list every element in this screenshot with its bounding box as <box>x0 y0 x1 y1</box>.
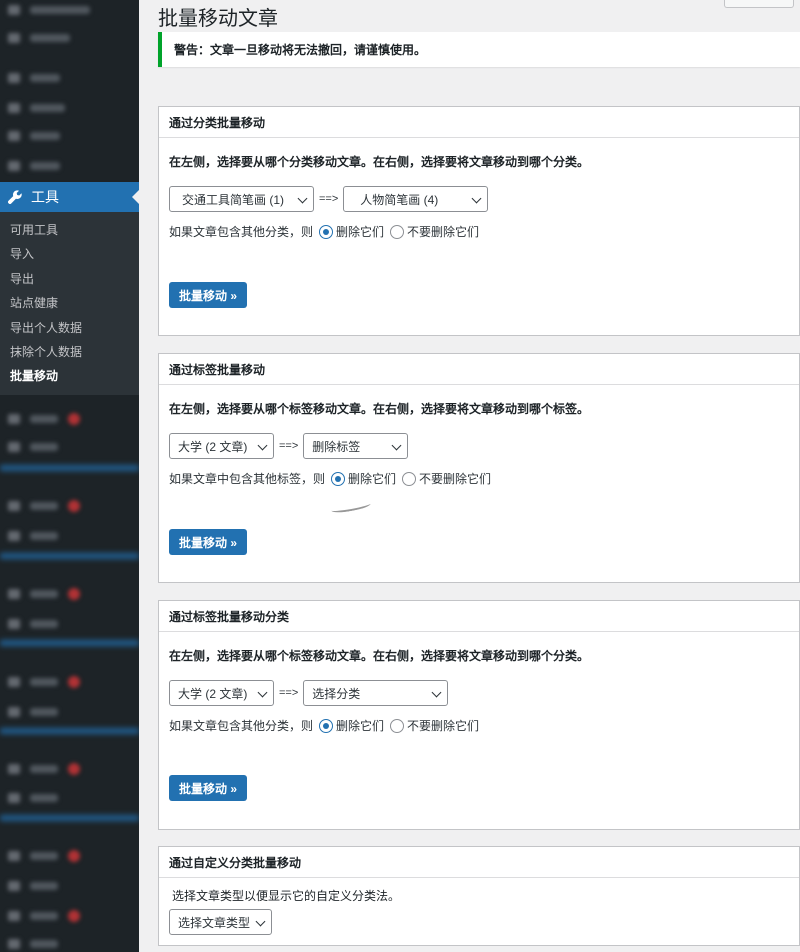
delete-label: 删除它们 <box>336 225 385 239</box>
blurred-menu-item[interactable] <box>8 72 60 84</box>
from-category-value: 交通工具简笔画 (1) <box>182 192 285 207</box>
blurred-menu-item[interactable] <box>8 676 80 688</box>
card-header: 通过标签批量移动 <box>159 354 799 385</box>
from-category-select[interactable]: 交通工具简笔画 (1) <box>169 186 314 212</box>
page-title: 批量移动文章 <box>158 8 278 30</box>
delete-label: 删除它们 <box>336 719 385 733</box>
arrow-separator: ==> <box>319 193 339 205</box>
keep-radio[interactable] <box>390 718 405 733</box>
wrench-icon <box>7 190 22 205</box>
chevron-down-icon <box>257 687 268 698</box>
keep-label: 不要删除它们 <box>407 225 480 239</box>
from-tag-select[interactable]: 大学 (2 文章) <box>169 433 274 459</box>
to-category-select[interactable]: 选择分类 <box>303 680 449 706</box>
card-description: 在左侧，选择要从哪个标签移动文章。在右侧，选择要将文章移动到哪个标签。 <box>169 402 590 416</box>
delete-label: 删除它们 <box>348 472 397 486</box>
from-tag-value: 大学 (2 文章) <box>178 439 248 454</box>
to-tag-value: 删除标签 <box>312 439 361 454</box>
current-menu-arrow <box>132 190 139 204</box>
card-header: 通过标签批量移动分类 <box>159 601 799 632</box>
warning-notice: 警告：文章一旦移动将无法撤回，请谨慎使用。 <box>158 32 800 67</box>
keep-label: 不要删除它们 <box>419 472 492 486</box>
blurred-menu-item[interactable] <box>8 706 58 718</box>
option-prefix: 如果文章包含其他分类，则 <box>169 719 314 733</box>
blurred-menu-item[interactable] <box>8 910 80 922</box>
chevron-down-icon <box>391 440 402 451</box>
category-move-card: 通过分类批量移动 在左侧，选择要从哪个分类移动文章。在右侧，选择要将文章移动到哪… <box>158 106 800 336</box>
post-type-select[interactable]: 选择文章类型 <box>169 909 272 935</box>
blurred-highlight <box>0 465 139 471</box>
to-category-value: 人物简笔画 (4) <box>360 192 439 207</box>
bulk-move-button[interactable]: 批量移动 » <box>169 775 248 801</box>
keep-label: 不要删除它们 <box>407 719 480 733</box>
blurred-menu-item[interactable] <box>8 618 58 630</box>
warning-notice-text: 警告：文章一旦移动将无法撤回，请谨慎使用。 <box>174 43 427 57</box>
card-description: 在左侧，选择要从哪个标签移动文章。在右侧，选择要将文章移动到哪个分类。 <box>169 649 590 663</box>
card-header: 通过自定义分类批量移动 <box>159 847 799 878</box>
delete-radio[interactable] <box>331 471 346 486</box>
submenu-import[interactable]: 导入 <box>0 242 139 266</box>
option-prefix: 如果文章中包含其他标签，则 <box>169 472 326 486</box>
blurred-menu-item[interactable] <box>8 4 90 16</box>
main-content: 批量移动文章 警告：文章一旦移动将无法撤回，请谨慎使用。 通过分类批量移动 在左… <box>139 0 800 952</box>
blurred-highlight <box>0 815 139 821</box>
card-description: 在左侧，选择要从哪个分类移动文章。在右侧，选择要将文章移动到哪个分类。 <box>169 155 590 169</box>
tag-to-category-card: 通过标签批量移动分类 在左侧，选择要从哪个标签移动文章。在右侧，选择要将文章移动… <box>158 600 800 830</box>
cursor-smudge <box>330 499 372 515</box>
blurred-highlight <box>0 640 139 646</box>
submenu-available-tools[interactable]: 可用工具 <box>0 218 139 242</box>
arrow-separator: ==> <box>279 440 299 452</box>
blurred-menu-item[interactable] <box>8 588 80 600</box>
blurred-menu-item[interactable] <box>8 530 58 542</box>
blurred-highlight <box>0 553 139 559</box>
blurred-menu-item[interactable] <box>8 441 58 453</box>
to-category-select[interactable]: 人物简笔画 (4) <box>343 186 489 212</box>
submenu-export-personal-data[interactable]: 导出个人数据 <box>0 316 139 340</box>
delete-radio[interactable] <box>319 224 334 239</box>
chevron-down-icon <box>431 687 442 698</box>
bulk-move-button[interactable]: 批量移动 » <box>169 529 248 555</box>
custom-taxonomy-card: 通过自定义分类批量移动 选择文章类型以便显示它的自定义分类法。 选择文章类型 <box>158 846 800 946</box>
chevron-down-icon <box>471 193 482 204</box>
option-prefix: 如果文章包含其他分类，则 <box>169 225 314 239</box>
to-tag-select[interactable]: 删除标签 <box>303 433 409 459</box>
chevron-down-icon <box>257 440 268 451</box>
keep-radio[interactable] <box>402 471 417 486</box>
blurred-menu-item[interactable] <box>8 500 80 512</box>
blurred-menu-item[interactable] <box>8 413 80 425</box>
blurred-menu-item[interactable] <box>8 763 80 775</box>
submenu-export[interactable]: 导出 <box>0 267 139 291</box>
arrow-separator: ==> <box>279 687 299 699</box>
blurred-menu-item[interactable] <box>8 160 60 172</box>
submenu-bulk-move[interactable]: 批量移动 <box>0 364 139 388</box>
blurred-menu-item[interactable] <box>8 880 58 892</box>
to-category-value: 选择分类 <box>312 686 361 701</box>
sidebar-item-tools[interactable]: 工具 <box>0 182 139 212</box>
blurred-menu-item[interactable] <box>8 938 58 950</box>
bulk-move-button[interactable]: 批量移动 » <box>169 282 248 308</box>
blurred-menu-item[interactable] <box>8 130 60 142</box>
chevron-down-icon <box>255 916 266 927</box>
blurred-menu-item[interactable] <box>8 102 65 114</box>
from-tag-value: 大学 (2 文章) <box>178 686 248 701</box>
card-header: 通过分类批量移动 <box>159 107 799 138</box>
sidebar-item-tools-label: 工具 <box>31 189 59 205</box>
screen-options-button[interactable] <box>724 0 794 8</box>
submenu-site-health[interactable]: 站点健康 <box>0 291 139 315</box>
submenu-erase-personal-data[interactable]: 抹除个人数据 <box>0 340 139 364</box>
keep-radio[interactable] <box>390 224 405 239</box>
tools-submenu: 可用工具 导入 导出 站点健康 导出个人数据 抹除个人数据 批量移动 <box>0 212 139 395</box>
delete-radio[interactable] <box>319 718 334 733</box>
admin-sidebar: 工具 可用工具 导入 导出 站点健康 导出个人数据 抹除个人数据 批量移动 <box>0 0 139 952</box>
from-tag-select[interactable]: 大学 (2 文章) <box>169 680 274 706</box>
blurred-highlight <box>0 728 139 734</box>
card-description: 选择文章类型以便显示它的自定义分类法。 <box>172 889 401 903</box>
blurred-menu-item[interactable] <box>8 850 80 862</box>
blurred-menu-item[interactable] <box>8 792 58 804</box>
chevron-down-icon <box>297 193 308 204</box>
post-type-value: 选择文章类型 <box>178 915 251 930</box>
tag-move-card: 通过标签批量移动 在左侧，选择要从哪个标签移动文章。在右侧，选择要将文章移动到哪… <box>158 353 800 583</box>
blurred-menu-item[interactable] <box>8 32 70 44</box>
